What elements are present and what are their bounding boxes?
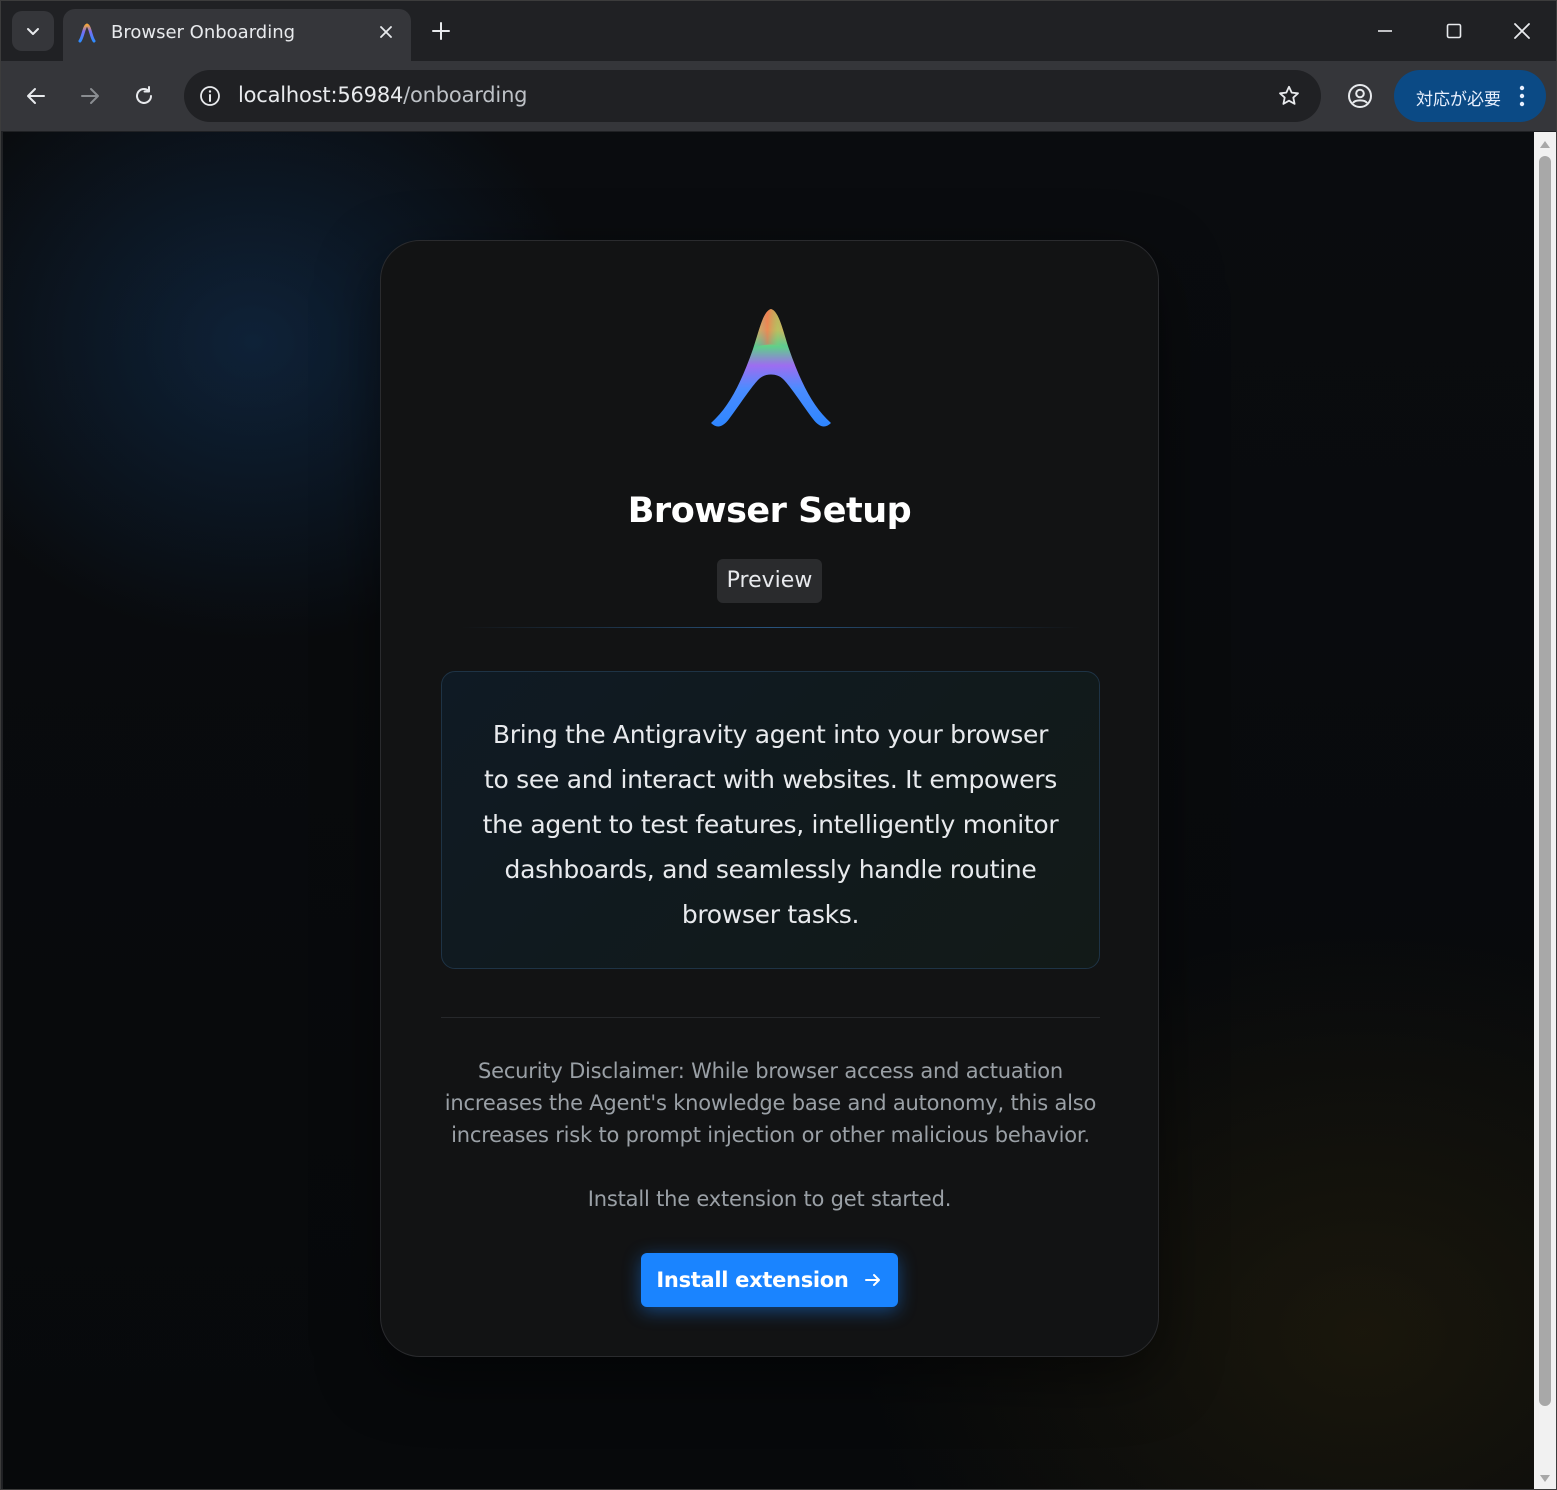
profile-icon <box>1348 84 1372 108</box>
divider <box>441 1017 1100 1018</box>
install-extension-button[interactable]: Install extension <box>641 1253 898 1307</box>
tab-search-button[interactable] <box>12 11 54 51</box>
close-icon <box>380 26 392 38</box>
toolbar: localhost:56984/onboarding 対応が必要 <box>1 61 1556 131</box>
security-disclaimer: Security Disclaimer: While browser acces… <box>444 1059 1097 1147</box>
bookmark-button[interactable] <box>1275 82 1303 110</box>
chevron-down-icon <box>27 28 39 35</box>
onboarding-card: Browser Setup Preview Bring the Antigrav… <box>380 240 1159 1357</box>
scrollbar-thumb[interactable] <box>1539 156 1551 1406</box>
page-content: Browser Setup Preview Bring the Antigrav… <box>3 132 1534 1489</box>
attention-label: 対応が必要 <box>1416 90 1501 110</box>
minimize-icon <box>1378 30 1392 32</box>
info-icon <box>200 86 220 106</box>
tab-title: Browser Onboarding <box>111 22 296 43</box>
preview-badge: Preview <box>717 559 822 603</box>
site-info-button[interactable] <box>194 80 226 112</box>
tab-strip: Browser Onboarding <box>1 1 1556 61</box>
reload-icon <box>136 86 152 104</box>
star-icon <box>1279 85 1299 105</box>
url-host: localhost:56984 <box>238 83 404 107</box>
new-tab-button[interactable] <box>425 15 457 47</box>
maximize-button[interactable] <box>1430 11 1478 51</box>
arrow-right-icon <box>81 88 99 104</box>
minimize-button[interactable] <box>1361 11 1409 51</box>
profile-button[interactable] <box>1341 77 1379 115</box>
kebab-menu-icon[interactable] <box>1512 82 1532 110</box>
close-icon <box>1514 23 1530 39</box>
description-box: Bring the Antigravity agent into your br… <box>441 671 1100 969</box>
address-bar[interactable]: localhost:56984/onboarding <box>184 70 1321 122</box>
reload-button[interactable] <box>124 76 164 116</box>
install-hint: Install the extension to get started. <box>587 1187 952 1211</box>
maximize-icon <box>1446 23 1462 39</box>
install-button-label: Install extension <box>656 1268 849 1292</box>
antigravity-logo-icon <box>78 23 96 43</box>
scroll-down-icon[interactable] <box>1539 1473 1551 1485</box>
arrow-right-icon <box>863 1270 883 1290</box>
plus-icon <box>432 22 450 40</box>
forward-button[interactable] <box>70 76 110 116</box>
divider <box>461 627 1081 628</box>
active-tab[interactable]: Browser Onboarding <box>63 9 411 61</box>
scroll-up-icon[interactable] <box>1539 138 1551 150</box>
antigravity-logo-icon <box>711 309 831 427</box>
browser-window: Browser Onboarding localhost:56984/onboa… <box>0 0 1557 1490</box>
arrow-left-icon <box>27 88 45 104</box>
description-text: Bring the Antigravity agent into your br… <box>482 720 1059 929</box>
close-tab-button[interactable] <box>375 21 397 43</box>
attention-required-button[interactable]: 対応が必要 <box>1394 70 1546 122</box>
url-text[interactable]: localhost:56984/onboarding <box>238 83 528 107</box>
vertical-scrollbar[interactable] <box>1534 132 1556 1489</box>
close-window-button[interactable] <box>1498 11 1546 51</box>
page-title: Browser Setup <box>627 491 912 531</box>
url-path: /onboarding <box>403 83 528 107</box>
back-button[interactable] <box>16 76 56 116</box>
